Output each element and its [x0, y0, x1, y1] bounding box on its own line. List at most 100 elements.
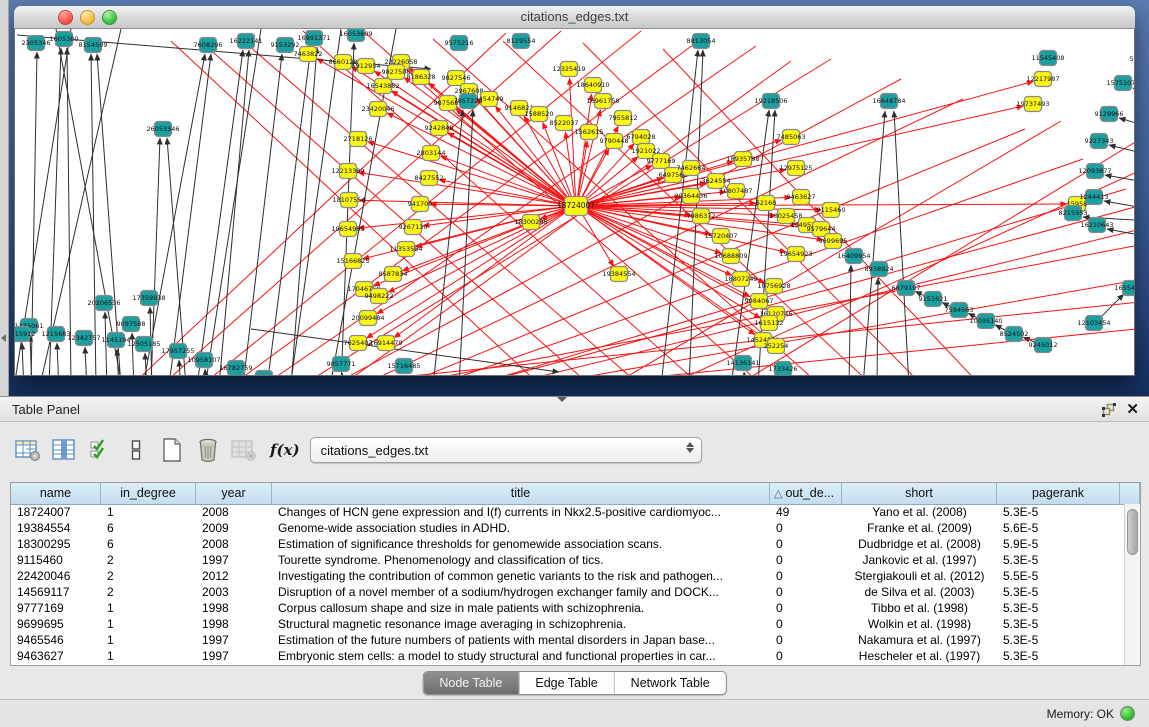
graph-node-26053346[interactable]: 26053346 [146, 122, 179, 137]
graph-node-8938924[interactable]: 8938924 [865, 262, 894, 277]
tab-node-table[interactable]: Node Table [423, 672, 518, 694]
select-columns-button[interactable] [48, 435, 80, 465]
cell-out_de: 49 [770, 504, 842, 520]
graph-node-12325419[interactable]: 12325419 [552, 62, 585, 77]
graph-node-16554274[interactable]: 16554274 [1114, 281, 1134, 296]
graph-node-8154509[interactable]: 8154509 [79, 38, 108, 53]
graph-node-16409954[interactable]: 16409954 [837, 249, 870, 264]
graph-node-16648784[interactable]: 16648784 [872, 94, 905, 109]
scrollbar-thumb[interactable] [1127, 509, 1138, 555]
graph-node-12093877[interactable]: 12093877 [1078, 164, 1111, 179]
cell-short: Wolkin et al. (1998) [842, 616, 997, 632]
graph-node-19218506[interactable]: 19218506 [754, 94, 787, 109]
graph-node-15720407[interactable]: 15720407 [704, 229, 737, 244]
column-header-out_de[interactable]: △out_de... [770, 483, 842, 504]
panel-collapse-arrow-icon[interactable] [1, 334, 6, 342]
column-header-in_degree[interactable]: in_degree [101, 483, 196, 504]
table-row[interactable]: 946554611997Estimation of the future num… [11, 632, 1125, 648]
graph-node-252254[interactable]: 252254 [764, 339, 789, 354]
table-row[interactable]: 1456911722003Disruption of a novel membe… [11, 584, 1125, 600]
header-corner [1120, 483, 1140, 504]
svg-text:12975125: 12975125 [779, 164, 812, 172]
table-row[interactable]: 969969511998Structural magnetic resonanc… [11, 616, 1125, 632]
graph-node-8427552[interactable]: 8427552 [415, 171, 444, 186]
graph-node-16222141[interactable]: 16222141 [229, 34, 262, 49]
graph-node-9151621[interactable]: 9151621 [919, 292, 948, 307]
network-canvas[interactable]: 1872400774638228660128591295423226058982… [14, 29, 1135, 376]
graph-node-2718126[interactable]: 2718126 [344, 132, 373, 147]
column-header-pagerank[interactable]: pagerank [997, 483, 1120, 504]
graph-node-11353594[interactable]: 11353594 [389, 242, 422, 257]
graph-node-16543882[interactable]: 16543882 [366, 79, 399, 94]
graph-node-9463627[interactable]: 9463627 [787, 190, 816, 205]
graph-node-7485063[interactable]: 7485063 [777, 130, 806, 145]
table-row[interactable]: 1938455462009Genome-wide association stu… [11, 520, 1125, 536]
graph-node-8587834[interactable]: 8587834 [379, 267, 408, 282]
citation-network-graph[interactable]: 1872400774638228660128591295423226058982… [15, 29, 1134, 375]
split-handle[interactable] [557, 397, 567, 402]
graph-node-1215683[interactable]: 1215683 [42, 327, 71, 342]
column-header-title[interactable]: title [272, 483, 770, 504]
table-select-combo[interactable]: citations_edges.txt [310, 437, 702, 463]
graph-node-9227343[interactable]: 9227343 [1085, 134, 1114, 149]
delete-column-button[interactable] [192, 435, 224, 465]
graph-node-6879197[interactable]: 6879197 [892, 281, 921, 296]
graph-node-18640910[interactable]: 18640910 [576, 78, 609, 93]
table-row[interactable]: 911546021997Tourette syndrome. Phenomeno… [11, 552, 1125, 568]
float-panel-button[interactable] [1102, 403, 1116, 417]
row-height-button[interactable] [120, 435, 152, 465]
table-row[interactable]: 946362711997Embryonic stem cells: a mode… [11, 648, 1125, 664]
graph-node-16210643[interactable]: 16210643 [1080, 218, 1113, 233]
network-window-titlebar[interactable]: citations_edges.txt [14, 6, 1135, 29]
graph-node-9097588[interactable]: 9097588 [117, 317, 146, 332]
graph-node-7625402[interactable]: 7625402 [344, 336, 373, 351]
tab-network-table[interactable]: Network Table [614, 672, 726, 694]
table-row[interactable]: 977716911998Corpus callosum shape and si… [11, 600, 1125, 616]
graph-node-9857771[interactable]: 9857771 [327, 357, 356, 372]
graph-node-62160[interactable]: 62160 [756, 196, 777, 211]
tab-edge-table[interactable]: Edge Table [518, 672, 613, 694]
svg-text:1615132: 1615132 [755, 319, 784, 327]
graph-node-11545408[interactable]: 11545408 [1031, 51, 1064, 66]
memory-status-indicator[interactable] [1120, 706, 1135, 721]
graph-node-16991371[interactable]: 16991371 [297, 31, 330, 46]
graph-node-8524502[interactable]: 8524502 [1000, 327, 1029, 342]
graph-node-16053809[interactable]: 16053809 [339, 29, 372, 42]
svg-text:1244413: 1244413 [1080, 193, 1109, 201]
table-row[interactable]: 1872400712008Changes of HCN gene express… [11, 504, 1125, 520]
graph-node-941700[interactable]: 941700 [408, 197, 433, 212]
create-column-button[interactable] [156, 435, 188, 465]
graph-node-9575216[interactable]: 9575216 [445, 36, 474, 51]
graph-node-9129966[interactable]: 9129966 [1095, 107, 1124, 122]
graph-node-15751074[interactable]: 15751074 [1106, 76, 1134, 91]
graph-node-5994162[interactable]: 5994162 [1130, 52, 1134, 67]
graph-node-19737493[interactable]: 19737493 [1016, 97, 1049, 112]
graph-node-12103454[interactable]: 12103454 [1077, 316, 1110, 331]
citation-edge-black [85, 347, 87, 375]
svg-text:9084067: 9084067 [745, 297, 774, 305]
graph-node-8129554[interactable]: 8129554 [507, 34, 536, 49]
table-row[interactable]: 2242004622012Investigating the contribut… [11, 568, 1125, 584]
graph-node-10688809[interactable]: 10688809 [714, 249, 747, 264]
graph-node-19654923[interactable]: 19654923 [779, 247, 812, 262]
graph-node-16782759[interactable]: 16782759 [219, 361, 252, 376]
column-checklist-button[interactable] [84, 435, 116, 465]
graph-node-1605380[interactable]: 1605380 [50, 32, 79, 47]
graph-node-7594563[interactable]: 7594563 [945, 303, 974, 318]
graph-node-9790448[interactable]: 9790448 [600, 134, 629, 149]
graph-node-15166825[interactable]: 15166825 [336, 254, 369, 269]
graph-node-16914479[interactable]: 16914479 [369, 336, 402, 351]
graph-node-18107554[interactable]: 18107554 [332, 193, 365, 208]
close-panel-button[interactable]: ✕ [1126, 402, 1139, 417]
column-header-name[interactable]: name [11, 483, 101, 504]
table-mode-button[interactable] [12, 435, 44, 465]
column-header-short[interactable]: short [842, 483, 997, 504]
vertical-scrollbar[interactable] [1124, 504, 1140, 665]
graph-node-7955812[interactable]: 7955812 [609, 111, 638, 126]
graph-node-12217987[interactable]: 12217987 [1026, 72, 1059, 87]
graph-node-12213389[interactable]: 12213389 [331, 164, 364, 179]
svg-text:8186328: 8186328 [407, 73, 436, 81]
table-row[interactable]: 1830029562008Estimation of significance … [11, 536, 1125, 552]
column-header-year[interactable]: year [196, 483, 272, 504]
function-builder-button[interactable]: f(x) [270, 441, 300, 459]
